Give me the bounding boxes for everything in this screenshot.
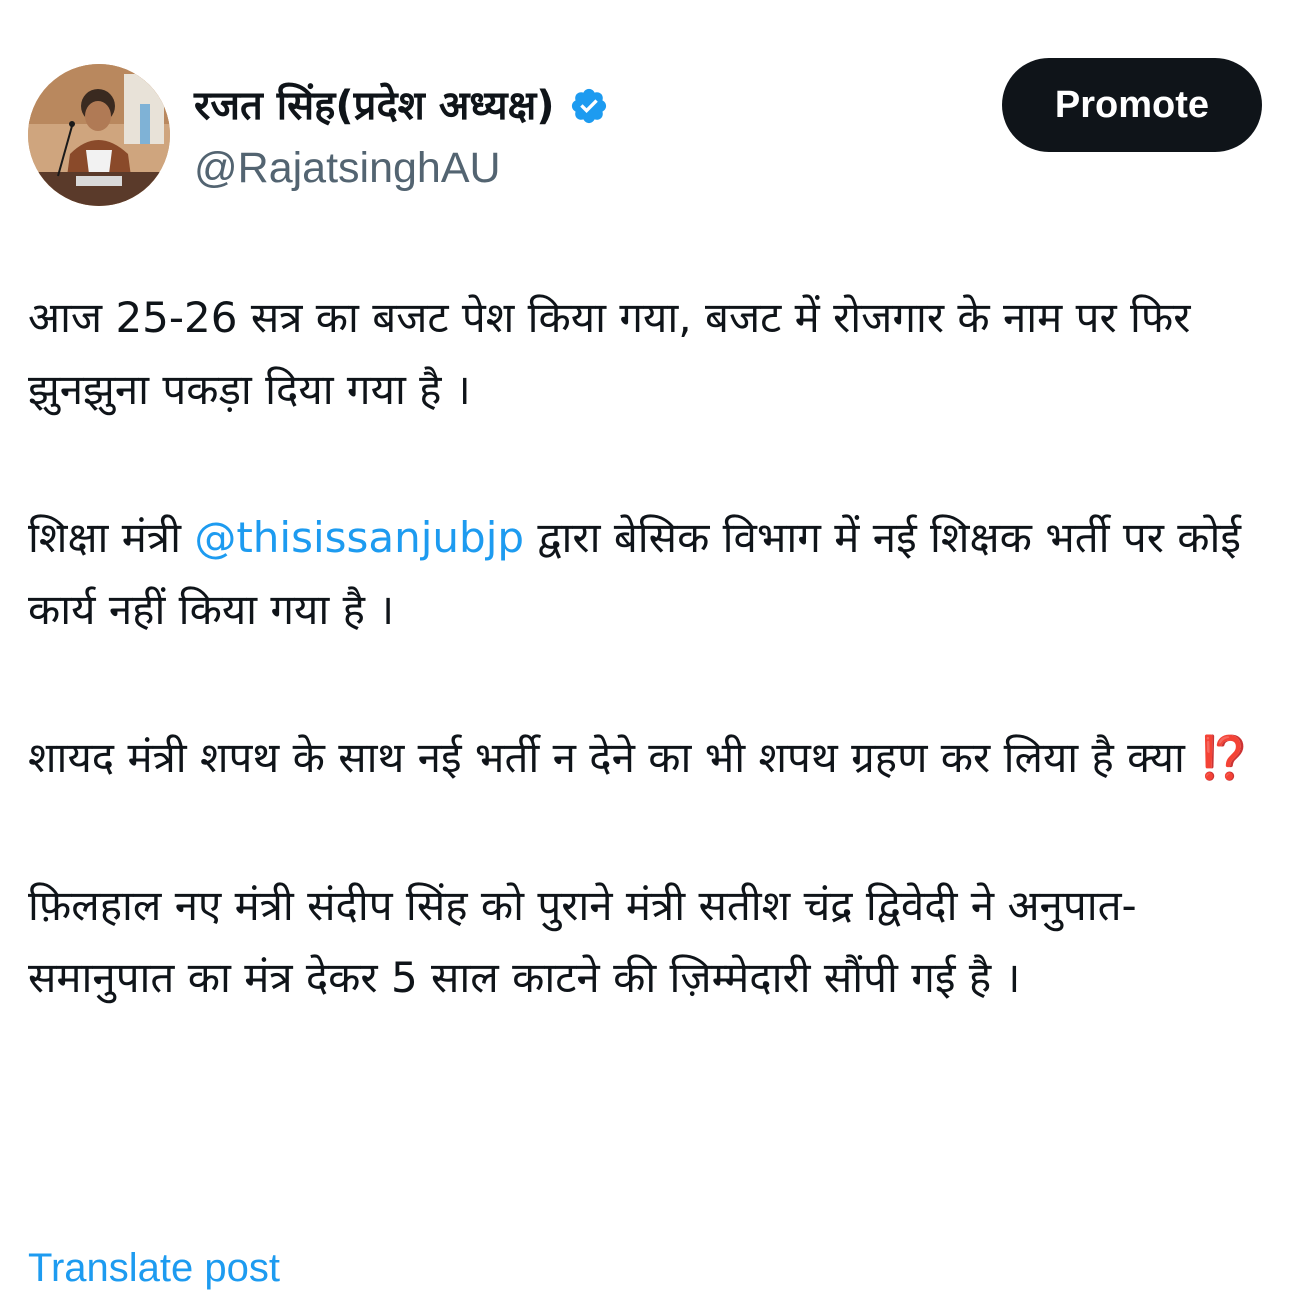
post-paragraph-3-text: शायद मंत्री शपथ के साथ नई भर्ती न देने क… xyxy=(28,733,1199,782)
post-paragraph-2-start: शिक्षा मंत्री xyxy=(28,513,195,562)
avatar[interactable] xyxy=(28,64,170,206)
verified-badge-icon[interactable] xyxy=(569,86,609,126)
display-name[interactable]: रजत सिंह(प्रदेश अध्यक्ष) xyxy=(194,76,555,136)
post-text: आज 25-26 सत्र का बजट पेश किया गया, बजट म… xyxy=(28,282,1268,1090)
post-paragraph-1: आज 25-26 सत्र का बजट पेश किया गया, बजट म… xyxy=(28,293,1191,414)
mention-link[interactable]: @thisissanjubjp xyxy=(194,513,524,562)
exclamation-question-icon: ⁉️ xyxy=(1198,733,1251,782)
display-name-row: रजत सिंह(प्रदेश अध्यक्ष) xyxy=(194,76,609,136)
post-paragraph-3: शायद मंत्री शपथ के साथ नई भर्ती न देने क… xyxy=(28,722,1268,794)
translate-post-link[interactable]: Translate post xyxy=(28,1240,280,1296)
author-handle[interactable]: @RajatsinghAU xyxy=(194,138,609,198)
post-paragraph-4: फ़िलहाल नए मंत्री संदीप सिंह को पुराने म… xyxy=(28,881,1137,1002)
profile-photo-icon xyxy=(28,64,170,206)
post-header: रजत सिंह(प्रदेश अध्यक्ष) @RajatsinghAU P… xyxy=(28,58,1262,208)
author-info: रजत सिंह(प्रदेश अध्यक्ष) @RajatsinghAU xyxy=(194,76,609,198)
post-paragraph-2: शिक्षा मंत्री @thisissanjubjp द्वारा बेस… xyxy=(28,502,1268,646)
promote-button[interactable]: Promote xyxy=(1002,58,1262,152)
